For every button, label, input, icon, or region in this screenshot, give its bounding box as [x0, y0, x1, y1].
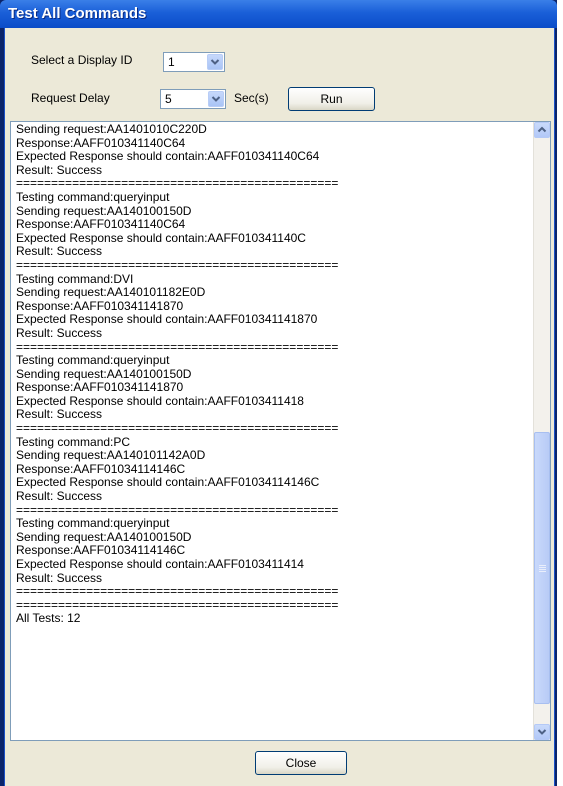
scroll-down-arrow-icon[interactable]	[534, 724, 550, 740]
log-line: ========================================…	[16, 421, 339, 436]
log-line: Testing command:DVI	[16, 271, 134, 286]
log-line: ========================================…	[16, 502, 339, 517]
log-line: Sending request:AA140100150D	[16, 203, 192, 218]
dialog-window: Test All Commands Select a Display ID 1 …	[0, 0, 557, 786]
close-button[interactable]: Close	[255, 751, 347, 775]
log-line: Sending request:AA140100150D	[16, 529, 192, 544]
log-line: Testing command:PC	[16, 434, 131, 449]
log-line: Expected Response should contain:AAFF010…	[16, 393, 304, 408]
log-line: Response:AAFF010341140C64	[16, 217, 186, 232]
window-title: Test All Commands	[8, 5, 147, 22]
log-line: Testing command:queryinput	[16, 516, 170, 531]
log-line: Expected Response should contain:AAFF010…	[16, 312, 318, 327]
log-line: Result: Success	[16, 162, 103, 177]
log-line: Testing command:queryinput	[16, 353, 170, 368]
request-delay-select[interactable]: 5	[160, 89, 226, 109]
chevron-down-icon[interactable]	[208, 91, 224, 107]
log-line: ========================================…	[16, 597, 339, 612]
log-output[interactable]: Sending request:AA1401010C220D Response:A…	[10, 121, 551, 741]
log-line: Expected Response should contain:AAFF010…	[16, 149, 320, 164]
log-line: ========================================…	[16, 257, 339, 272]
log-line: Result: Success	[16, 489, 103, 504]
log-line: Sending request:AA140100150D	[16, 366, 192, 381]
run-button[interactable]: Run	[288, 87, 375, 111]
display-id-select[interactable]: 1	[163, 52, 225, 72]
log-line: Result: Success	[16, 325, 103, 340]
log-line: Response:AAFF01034114146C	[16, 543, 186, 558]
display-id-value: 1	[168, 55, 175, 69]
log-line: Sending request:AA140101182E0D	[16, 285, 206, 300]
log-line: Sending request:AA140101142A0D	[16, 448, 206, 463]
log-line: Result: Success	[16, 570, 103, 585]
vertical-scrollbar[interactable]	[533, 122, 550, 740]
log-line: Expected Response should contain:AAFF010…	[16, 475, 320, 490]
request-delay-value: 5	[165, 92, 172, 106]
title-bar[interactable]: Test All Commands	[0, 0, 557, 28]
log-line: ========================================…	[16, 339, 339, 354]
dialog-body: Select a Display ID 1 Request Delay 5 Se…	[4, 28, 555, 786]
log-line: Result: Success	[16, 407, 103, 422]
request-delay-label: Request Delay	[31, 91, 110, 105]
log-line: Expected Response should contain:AAFF010…	[16, 557, 304, 571]
delay-unit-label: Sec(s)	[234, 91, 269, 105]
chevron-down-icon[interactable]	[207, 54, 223, 70]
log-lines: Sending request:AA1401010C220D Response:A…	[16, 123, 526, 626]
log-line: Response:AAFF010341141870	[16, 380, 184, 395]
log-line: Result: Success	[16, 244, 103, 259]
log-line: Response:AAFF010341140C64	[16, 135, 186, 150]
display-id-label: Select a Display ID	[31, 53, 133, 67]
log-line: ========================================…	[16, 584, 339, 599]
log-line: All Tests: 12	[16, 611, 81, 626]
scrollbar-thumb[interactable]	[534, 432, 550, 704]
log-line: Sending request:AA1401010C220D	[16, 123, 207, 136]
log-line: ========================================…	[16, 176, 339, 191]
log-line: Response:AAFF010341141870	[16, 298, 184, 313]
log-line: Testing command:queryinput	[16, 189, 170, 204]
log-line: Expected Response should contain:AAFF010…	[16, 230, 306, 245]
scroll-up-arrow-icon[interactable]	[534, 122, 550, 138]
log-line: Response:AAFF01034114146C	[16, 461, 186, 476]
